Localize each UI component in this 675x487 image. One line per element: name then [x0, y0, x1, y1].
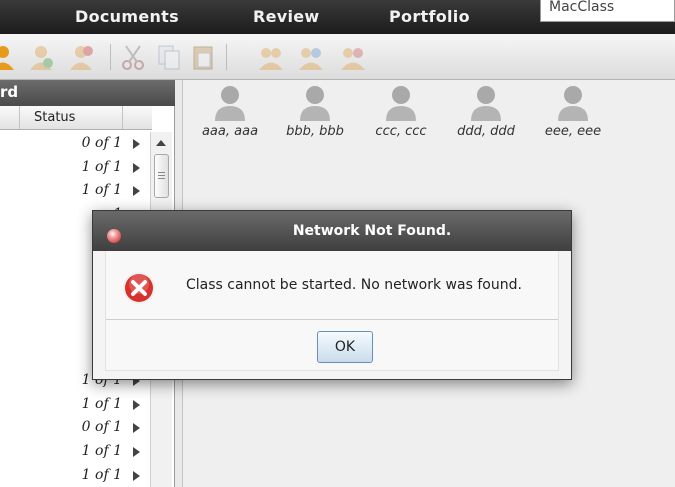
grip-line: [158, 178, 165, 179]
group-icon[interactable]: [258, 43, 284, 71]
student-avatar-icon: [558, 86, 588, 121]
user-icon[interactable]: [0, 43, 16, 71]
student-name: ddd, ddd: [457, 124, 515, 139]
add-user-icon[interactable]: [28, 43, 54, 71]
toolbar-separator: [226, 44, 227, 70]
toolbar: [0, 34, 675, 80]
expand-arrow-icon[interactable]: [133, 470, 140, 481]
table-row[interactable]: 1 of 1: [0, 440, 150, 464]
scroll-up-icon[interactable]: [156, 140, 166, 146]
remove-user-icon[interactable]: [68, 43, 94, 71]
expand-arrow-icon[interactable]: [133, 399, 140, 410]
status-value: 1 of 1: [81, 442, 122, 459]
expand-arrow-icon[interactable]: [133, 186, 140, 197]
dialog-divider: [106, 319, 558, 320]
student-avatar-icon: [471, 86, 501, 121]
menu-portfolio[interactable]: Portfolio: [389, 7, 470, 26]
student-avatar-icon: [300, 86, 330, 121]
class-name-field[interactable]: MacClass: [540, 0, 675, 22]
table-header: Status: [0, 106, 152, 130]
group-share-icon[interactable]: [298, 43, 324, 71]
student-name: ccc, ccc: [375, 124, 427, 139]
student-tile[interactable]: ccc, ccc: [366, 80, 436, 139]
expand-arrow-icon[interactable]: [133, 139, 140, 149]
panel-title: rd: [0, 80, 175, 106]
student-name: eee, eee: [544, 124, 602, 139]
table-row[interactable]: 1 of 1: [0, 393, 150, 417]
paste-icon[interactable]: [190, 43, 216, 71]
expand-arrow-icon[interactable]: [133, 423, 140, 434]
status-value: 1 of 1: [81, 395, 122, 412]
ok-button[interactable]: OK: [317, 331, 373, 363]
student-name: bbb, bbb: [286, 124, 344, 139]
status-column-header[interactable]: Status: [34, 110, 75, 125]
table-row[interactable]: 0 of 1: [0, 132, 150, 156]
toolbar-separator: [110, 44, 111, 70]
copy-icon[interactable]: [156, 43, 182, 71]
student-tile[interactable]: ddd, ddd: [451, 80, 521, 139]
expand-arrow-icon[interactable]: [133, 162, 140, 173]
column-divider: [0, 106, 20, 129]
student-tile[interactable]: bbb, bbb: [280, 80, 350, 139]
group-remove-icon[interactable]: [340, 43, 366, 71]
table-row[interactable]: 1 of 1: [0, 179, 150, 203]
column-divider: [122, 106, 123, 129]
student-tile[interactable]: aaa, aaa: [195, 80, 265, 139]
student-avatar-icon: [215, 86, 245, 121]
status-value: 1 of 1: [81, 182, 122, 199]
menu-bar: Documents Review Portfolio MacClass: [0, 0, 675, 34]
status-value: 1 of 1: [81, 466, 122, 483]
scroll-thumb[interactable]: [154, 154, 169, 198]
status-value: 0 of 1: [81, 135, 122, 151]
expand-arrow-icon[interactable]: [133, 446, 140, 457]
table-row[interactable]: 1 of 1: [0, 156, 150, 180]
table-row[interactable]: 0 of 1: [0, 416, 150, 440]
dialog-title-bar[interactable]: Network Not Found.: [93, 211, 571, 251]
dialog-body: Class cannot be started. No network was …: [105, 251, 559, 371]
cut-icon[interactable]: [120, 43, 146, 71]
status-value: 1 of 1: [81, 158, 122, 175]
network-error-dialog: Network Not Found. Class cannot be start…: [92, 210, 572, 380]
error-icon: [123, 272, 155, 304]
dialog-title: Network Not Found.: [292, 223, 452, 239]
status-value: 0 of 1: [81, 419, 122, 436]
table-row[interactable]: 1 of 1: [0, 464, 150, 487]
student-tile[interactable]: eee, eee: [538, 80, 608, 139]
menu-review[interactable]: Review: [253, 7, 320, 26]
error-message: Class cannot be started. No network was …: [186, 277, 522, 293]
student-name: aaa, aaa: [201, 124, 259, 139]
menu-documents[interactable]: Documents: [75, 7, 179, 26]
grip-line: [158, 175, 165, 176]
student-avatar-icon: [386, 86, 416, 121]
grip-line: [158, 172, 165, 173]
